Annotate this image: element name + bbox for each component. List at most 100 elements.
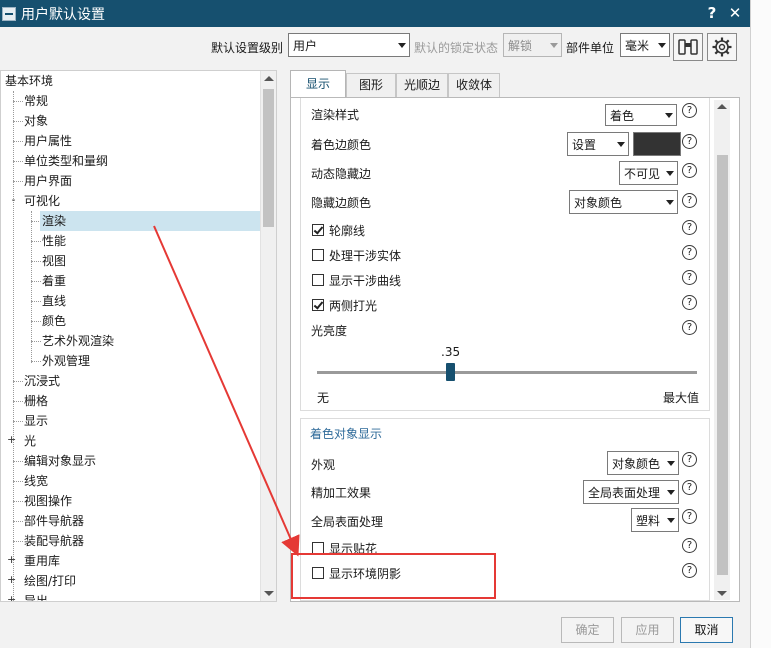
tree-item-root[interactable]: 基本环境 [3,71,55,91]
chevron-down-icon [550,43,558,48]
edge-settings-group: 渲染样式 着色 ? 着色边颜色 设置 ? 动态隐藏边 不可见 ? 隐藏边颜色 对… [300,98,710,411]
chevron-down-icon[interactable] [264,591,274,596]
tab-smooth-edges[interactable]: 光顺边 [396,73,448,98]
chevron-down-icon[interactable] [717,591,727,596]
brightness-slider-track[interactable] [317,371,697,374]
tree-item[interactable]: 绘图/打印 [22,571,78,591]
interference-solid-label: 处理干涉实体 [329,249,402,263]
finish-effect-dropdown[interactable]: 全局表面处理 [583,480,679,504]
tree-item[interactable]: 栅格 [22,391,50,411]
help-icon[interactable]: ? [682,193,697,208]
chevron-down-icon [658,43,666,48]
cancel-button[interactable]: 取消 [680,617,733,643]
brightness-value: .35 [441,345,461,359]
lock-label: 默认的锁定状态 [414,41,499,55]
chevron-down-icon [665,113,673,118]
tree-item[interactable]: 直线 [40,291,68,311]
unit-dropdown[interactable]: 毫米 [620,33,670,57]
finish-effect-value: 全局表面处理 [588,486,661,500]
tree-item[interactable]: 视图操作 [22,491,74,511]
render-style-dropdown[interactable]: 着色 [605,104,677,126]
help-icon[interactable]: ? [682,220,697,235]
tree-item[interactable]: 部件导航器 [22,511,86,531]
dynamic-hidden-dropdown[interactable]: 不可见 [619,161,678,185]
find-button[interactable] [673,33,703,61]
tree-item[interactable]: 艺术外观渲染 [40,331,116,351]
panel-scrollbar[interactable] [714,100,730,600]
interference-curve-label: 显示干涉曲线 [329,274,402,288]
help-icon[interactable]: ? [682,320,697,335]
scrollbar-thumb[interactable] [717,155,728,575]
shaded-edge-color-dropdown[interactable]: 设置 [567,132,629,156]
brightness-slider-handle[interactable] [446,363,455,381]
help-icon[interactable]: ? [682,163,697,178]
tree-item[interactable]: 单位类型和量纲 [22,151,110,171]
tree-item[interactable]: 着重 [40,271,68,291]
expand-icon[interactable]: + [7,574,16,585]
appearance-dropdown[interactable]: 对象颜色 [607,451,679,475]
chevron-up-icon[interactable] [717,104,727,109]
category-tree[interactable]: 基本环境 常规 对象 用户属性 单位类型和量纲 用户界面 - 可视化 渲染 性能… [0,70,277,602]
help-icon[interactable]: ? [682,270,697,285]
tree-item[interactable]: 颜色 [40,311,68,331]
scrollbar-thumb[interactable] [263,89,274,227]
close-icon[interactable]: ✕ [725,3,745,23]
ok-button[interactable]: 确定 [561,617,614,643]
help-icon[interactable]: ? [702,3,722,23]
tree-item[interactable]: 显示 [22,411,50,431]
silhouette-checkbox[interactable] [312,224,324,236]
tab-display[interactable]: 显示 [290,70,346,99]
help-icon[interactable]: ? [682,245,697,260]
toolbar: 默认设置级别 用户 默认的锁定状态 解锁 部件单位 毫米 [0,27,750,65]
tree-item[interactable]: 编辑对象显示 [22,451,98,471]
tree-item[interactable]: 沉浸式 [22,371,62,391]
brightness-max-label: 最大值 [663,391,700,405]
level-dropdown[interactable]: 用户 [288,33,410,57]
tree-item[interactable]: 导出 [22,591,50,601]
interference-solid-checkbox[interactable] [312,249,324,261]
chevron-down-icon [617,142,625,147]
window-titlebar: 用户默认设置 ? ✕ [0,0,750,27]
help-icon[interactable]: ? [682,509,697,524]
collapse-icon[interactable]: - [9,194,18,205]
help-icon[interactable]: ? [682,134,697,149]
tree-item[interactable]: 性能 [40,231,68,251]
appearance-value: 对象颜色 [612,457,661,471]
expand-icon[interactable]: + [7,594,16,601]
chevron-up-icon[interactable] [264,76,274,81]
tab-graphics[interactable]: 图形 [346,73,396,98]
tree-item[interactable]: 外观管理 [40,351,92,371]
tree-item[interactable]: 视图 [40,251,68,271]
hidden-edge-color-dropdown[interactable]: 对象颜色 [569,190,678,214]
help-icon[interactable]: ? [682,103,697,118]
tree-item[interactable]: 用户属性 [22,131,74,151]
tree-item[interactable]: 常规 [22,91,50,111]
interference-curve-checkbox[interactable] [312,274,324,286]
expand-icon[interactable]: + [7,554,16,565]
tree-scrollbar[interactable] [260,71,276,601]
level-label: 默认设置级别 [211,41,284,55]
lock-dropdown: 解锁 [503,33,562,57]
tree-item[interactable]: 装配导航器 [22,531,86,551]
tree-item[interactable]: 重用库 [22,551,62,571]
help-icon[interactable]: ? [682,538,697,553]
apply-button[interactable]: 应用 [621,617,674,643]
two-sided-light-checkbox[interactable] [312,299,324,311]
color-swatch[interactable] [633,132,681,156]
tab-convergent-body[interactable]: 收敛体 [448,73,500,98]
tree-item[interactable]: 线宽 [22,471,50,491]
help-icon[interactable]: ? [682,480,697,495]
settings-button[interactable] [707,33,737,61]
global-surface-dropdown[interactable]: 塑料 [631,508,679,532]
tree-item-visualization[interactable]: 可视化 [22,191,62,211]
help-icon[interactable]: ? [682,295,697,310]
brightness-label: 光亮度 [311,324,348,338]
help-icon[interactable]: ? [682,452,697,467]
tree-item-rendering[interactable]: 渲染 [40,211,262,231]
tree-item[interactable]: 对象 [22,111,50,131]
tree-connector [13,91,14,601]
expand-icon[interactable]: + [7,434,16,445]
tree-item[interactable]: 光 [22,431,38,451]
help-icon[interactable]: ? [682,563,697,578]
tree-item[interactable]: 用户界面 [22,171,74,191]
